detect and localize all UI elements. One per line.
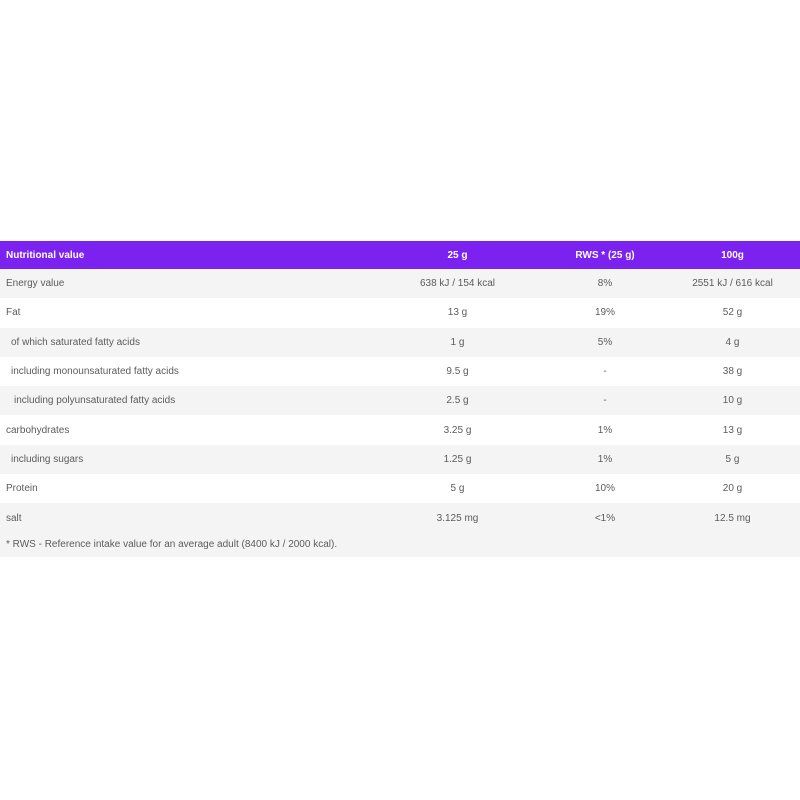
row-per25: 13 g bbox=[447, 307, 468, 319]
header-25g: 25 g bbox=[447, 249, 468, 261]
row-per100: 38 g bbox=[722, 366, 743, 378]
row-rws: 1% bbox=[597, 424, 613, 436]
row-name: salt bbox=[6, 512, 22, 524]
row-per25: 1 g bbox=[450, 336, 465, 348]
table-row: salt 3.125 mg <1% 12.5 mg bbox=[0, 503, 800, 533]
row-name: of which saturated fatty acids bbox=[11, 336, 140, 348]
footnote: * RWS - Reference intake value for an av… bbox=[6, 539, 338, 551]
row-name: Protein bbox=[6, 483, 38, 495]
table-row: including polyunsaturated fatty acids 2.… bbox=[0, 386, 800, 416]
row-rws: - bbox=[603, 366, 607, 378]
row-rws: 8% bbox=[597, 278, 613, 290]
header-nutritional-value: Nutritional value bbox=[6, 249, 85, 261]
table-row: Energy value 638 kJ / 154 kcal 8% 2551 k… bbox=[0, 269, 800, 299]
table-row: including sugars 1.25 g 1% 5 g bbox=[0, 444, 800, 475]
row-rws: 1% bbox=[597, 453, 613, 465]
row-name: including monounsaturated fatty acids bbox=[11, 366, 179, 378]
row-per100: 2551 kJ / 616 kcal bbox=[692, 278, 773, 290]
row-per25: 2.5 g bbox=[446, 395, 469, 407]
nutrition-table-container: Nutritional value 25 g RWS * (25 g) 100g… bbox=[0, 241, 800, 557]
nutrition-table: Nutritional value 25 g RWS * (25 g) 100g… bbox=[0, 241, 800, 557]
row-name: carbohydrates bbox=[6, 424, 70, 436]
table-row: carbohydrates 3.25 g 1% 13 g bbox=[0, 415, 800, 445]
row-per100: 13 g bbox=[722, 424, 743, 436]
row-per25: 3.125 mg bbox=[436, 512, 479, 524]
header-100g: 100g bbox=[721, 249, 744, 261]
row-per25: 9.5 g bbox=[446, 366, 469, 378]
row-rws: 10% bbox=[594, 483, 615, 495]
footnote-row: * RWS - Reference intake value for an av… bbox=[0, 532, 800, 557]
row-rws: <1% bbox=[594, 512, 616, 524]
row-name: including sugars bbox=[11, 453, 84, 465]
table-row: Protein 5 g 10% 20 g bbox=[0, 474, 800, 504]
row-rws: - bbox=[603, 395, 607, 407]
table-row: of which saturated fatty acids 1 g 5% 4 … bbox=[0, 327, 800, 357]
table-row: including monounsaturated fatty acids 9.… bbox=[0, 356, 800, 387]
row-name: Fat bbox=[6, 307, 21, 319]
row-per100: 20 g bbox=[722, 483, 743, 495]
row-per25: 5 g bbox=[450, 483, 465, 495]
table-row: Fat 13 g 19% 52 g bbox=[0, 298, 800, 328]
row-per100: 4 g bbox=[725, 336, 740, 348]
row-name: Energy value bbox=[6, 278, 65, 290]
row-per100: 52 g bbox=[722, 307, 743, 319]
row-per100: 5 g bbox=[725, 453, 740, 465]
row-name: including polyunsaturated fatty acids bbox=[14, 395, 176, 407]
row-rws: 5% bbox=[597, 336, 613, 348]
row-per100: 12.5 mg bbox=[714, 512, 751, 524]
row-per100: 10 g bbox=[722, 395, 743, 407]
table-header-row: Nutritional value 25 g RWS * (25 g) 100g bbox=[0, 241, 800, 269]
row-per25: 1.25 g bbox=[443, 453, 472, 465]
row-per25: 3.25 g bbox=[443, 424, 472, 436]
row-per25: 638 kJ / 154 kcal bbox=[419, 278, 496, 290]
row-rws: 19% bbox=[594, 307, 615, 319]
header-rws: RWS * (25 g) bbox=[575, 249, 635, 261]
